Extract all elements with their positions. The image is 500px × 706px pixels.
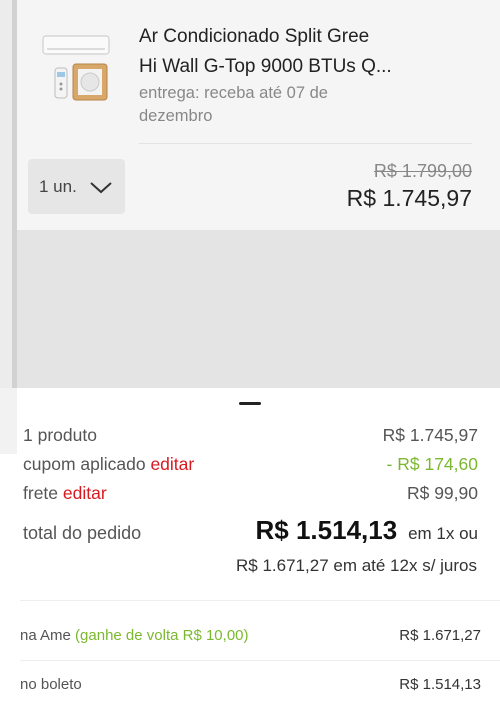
payment-value: R$ 1.671,27 (399, 627, 481, 644)
payment-label: na Ame (20, 627, 71, 644)
old-price: R$ 1.799,00 (373, 161, 472, 181)
coupon-edit-link[interactable]: editar (150, 454, 194, 474)
product-title-line1[interactable]: Ar Condicionado Split Gree (139, 22, 479, 52)
shipping-label: frete (23, 483, 59, 503)
total-value: R$ 1.514,13 (255, 515, 398, 545)
payment-value: R$ 1.514,13 (399, 676, 481, 693)
delivery-line2: dezembro (139, 107, 213, 125)
current-price: R$ 1.745,97 (346, 185, 472, 211)
air-conditioner-icon[interactable] (41, 30, 111, 104)
products-value: R$ 1.745,97 (382, 425, 478, 445)
divider (139, 143, 472, 144)
payment-label: no boleto (20, 676, 82, 693)
products-label: 1 produto (23, 425, 97, 445)
shipping-value: R$ 99,90 (406, 483, 478, 503)
product-title[interactable]: Ar Condicionado Split Gree Hi Wall G-Top… (139, 22, 479, 82)
divider (20, 600, 500, 601)
left-edge-panel-lower (0, 388, 17, 454)
product-title-line2[interactable]: Hi Wall G-Top 9000 BTUs Q... (139, 52, 479, 82)
total-label: total do pedido (23, 523, 142, 543)
summary-total-row: total do pedido R$ 1.514,13 em 1x ou (23, 515, 478, 546)
coupon-value: - R$ 174,60 (386, 454, 478, 474)
summary-coupon-row: cupom aplicado editar - R$ 174,60 (23, 454, 478, 475)
total-suffix: em 1x ou (408, 524, 478, 543)
delivery-line1: entrega: receba até 07 de (139, 84, 328, 102)
payment-option-boleto[interactable]: no boleto R$ 1.514,13 (20, 676, 481, 693)
payment-option-ame[interactable]: na Ame (ganhe de volta R$ 10,00) R$ 1.67… (20, 627, 481, 644)
coupon-label: cupom aplicado (23, 454, 146, 474)
summary-shipping-row: frete editar R$ 99,90 (23, 483, 478, 504)
sheet-drag-handle[interactable] (239, 402, 261, 405)
chevron-down-icon (90, 181, 112, 193)
shipping-edit-link[interactable]: editar (63, 483, 107, 503)
overlay-backdrop[interactable] (17, 230, 500, 388)
delivery-estimate: entrega: receba até 07 de dezembro (139, 82, 439, 128)
quantity-value: 1 un. (39, 176, 77, 196)
checkout-page: Ar Condicionado Split Gree Hi Wall G-Top… (0, 0, 500, 706)
cashback-text: (ganhe de volta R$ 10,00) (75, 627, 249, 644)
quantity-select[interactable]: 1 un. (28, 159, 125, 214)
summary-products-row: 1 produto R$ 1.745,97 (23, 425, 478, 446)
divider (20, 660, 500, 661)
installments-text: R$ 1.671,27 em até 12x s/ juros (236, 556, 477, 575)
cart-item-card: Ar Condicionado Split Gree Hi Wall G-Top… (17, 0, 500, 230)
